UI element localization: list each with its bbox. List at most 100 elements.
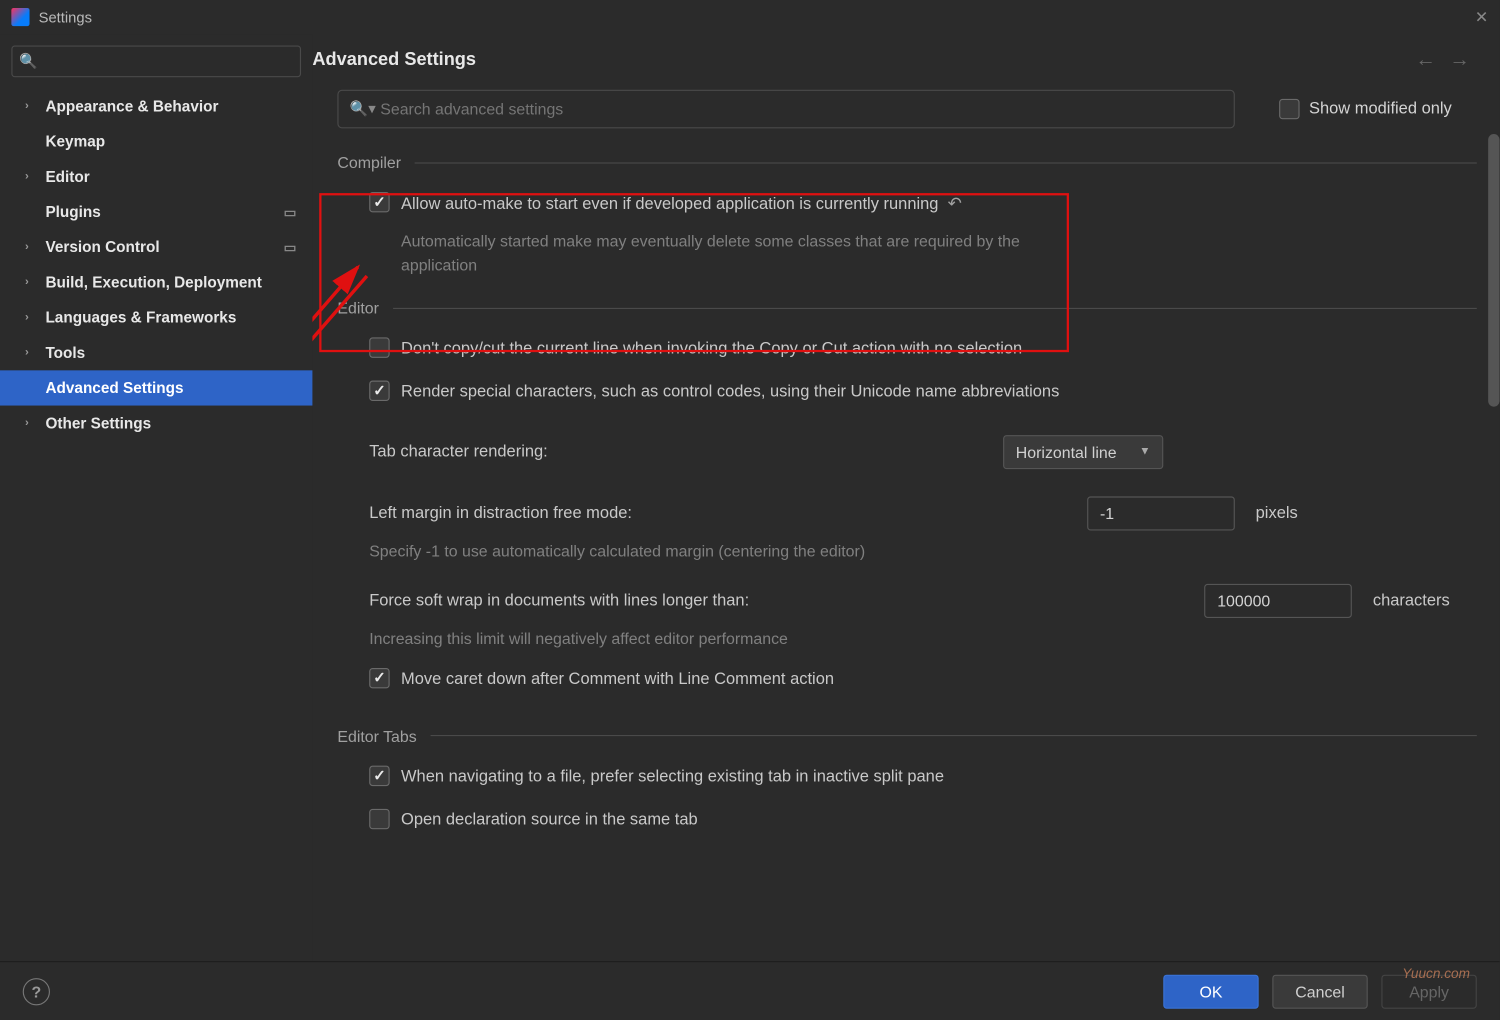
- left-margin-input[interactable]: -1: [1088, 496, 1236, 530]
- app-icon: [11, 8, 29, 26]
- setting-soft-wrap: Force soft wrap in documents with lines …: [369, 584, 1477, 618]
- sidebar-item-build[interactable]: › Build, Execution, Deployment: [0, 265, 312, 300]
- search-icon: 🔍▾: [350, 100, 376, 118]
- soft-wrap-unit: characters: [1373, 592, 1450, 610]
- reset-icon[interactable]: ↶: [948, 194, 962, 213]
- advanced-search-input[interactable]: [380, 100, 1222, 118]
- help-button[interactable]: ?: [23, 978, 50, 1005]
- allow-automake-checkbox[interactable]: [369, 192, 389, 212]
- nav-arrows: ← →: [1415, 48, 1476, 72]
- sidebar-item-languages[interactable]: › Languages & Frameworks: [0, 300, 312, 335]
- main-area: 🔍 › Appearance & Behavior Keymap › Editor …: [0, 34, 1500, 961]
- content-header: Advanced Settings ← →: [312, 34, 1499, 85]
- show-modified-checkbox[interactable]: [1279, 99, 1299, 119]
- chevron-right-icon: ›: [25, 241, 29, 253]
- back-icon[interactable]: ←: [1415, 48, 1435, 72]
- sidebar-item-editor[interactable]: ›Editor: [0, 159, 312, 194]
- search-icon: 🔍: [19, 52, 37, 70]
- scrollbar[interactable]: [1488, 134, 1499, 407]
- render-special-checkbox[interactable]: [369, 380, 389, 400]
- content: Advanced Settings ← → 🔍▾ Show modified o…: [312, 34, 1499, 961]
- chevron-right-icon: ›: [25, 346, 29, 358]
- forward-icon[interactable]: →: [1450, 48, 1470, 72]
- setting-prefer-existing: When navigating to a file, prefer select…: [369, 765, 1477, 790]
- open-decl-checkbox[interactable]: [369, 808, 389, 828]
- section-title-text: Compiler: [337, 153, 401, 171]
- sidebar-item-advanced-settings[interactable]: Advanced Settings: [0, 370, 312, 405]
- left-margin-desc: Specify -1 to use automatically calculat…: [369, 539, 1005, 564]
- sidebar-item-tools[interactable]: › Tools: [0, 335, 312, 370]
- section-compiler: Compiler Allow auto-make to start even i…: [337, 153, 1476, 278]
- tab-rendering-label: Tab character rendering:: [369, 443, 548, 461]
- show-modified-only[interactable]: Show modified only: [1279, 99, 1451, 119]
- settings-scroll[interactable]: Compiler Allow auto-make to start even i…: [312, 144, 1499, 961]
- advanced-search-field[interactable]: 🔍▾: [337, 90, 1234, 129]
- chevron-right-icon: ›: [25, 311, 29, 323]
- chevron-right-icon: ›: [25, 100, 29, 112]
- tab-rendering-value: Horizontal line: [1016, 443, 1117, 461]
- window-title: Settings: [39, 9, 92, 26]
- allow-automake-desc: Automatically started make may eventuall…: [401, 229, 1037, 278]
- section-editor: Editor Don't copy/cut the current line w…: [337, 299, 1476, 693]
- soft-wrap-desc: Increasing this limit will negatively af…: [369, 627, 1005, 652]
- sidebar-item-label: Build, Execution, Deployment: [45, 274, 261, 291]
- show-modified-label: Show modified only: [1309, 100, 1452, 118]
- chevron-right-icon: ›: [25, 276, 29, 288]
- ok-button[interactable]: OK: [1163, 974, 1258, 1008]
- settings-tree: › Appearance & Behavior Keymap ›Editor Pl…: [0, 89, 312, 441]
- sidebar-item-label: Keymap: [45, 133, 105, 150]
- sidebar-item-label: Plugins: [45, 203, 100, 220]
- sidebar: 🔍 › Appearance & Behavior Keymap ›Editor …: [0, 34, 312, 961]
- chevron-right-icon: ›: [25, 417, 29, 429]
- cancel-button[interactable]: Cancel: [1272, 974, 1367, 1008]
- chevron-right-icon: ›: [25, 170, 29, 182]
- section-title: Compiler: [337, 153, 1476, 171]
- close-icon[interactable]: ✕: [1475, 7, 1488, 26]
- sidebar-item-keymap[interactable]: Keymap: [0, 124, 312, 159]
- setting-render-special: Render special characters, such as contr…: [369, 380, 1477, 405]
- titlebar: Settings ✕: [0, 0, 1500, 34]
- dont-copy-label: Don't copy/cut the current line when inv…: [401, 338, 1022, 363]
- sidebar-search[interactable]: 🔍: [11, 45, 301, 77]
- divider: [393, 307, 1477, 308]
- setting-move-caret: Move caret down after Comment with Line …: [369, 668, 1477, 693]
- move-caret-checkbox[interactable]: [369, 668, 389, 688]
- soft-wrap-input[interactable]: 100000: [1205, 584, 1353, 618]
- setting-allow-automake: Allow auto-make to start even if develop…: [369, 192, 1477, 218]
- page-title: Advanced Settings: [312, 49, 476, 69]
- watermark: Yuucn.com: [1402, 966, 1470, 982]
- section-title: Editor: [337, 299, 1476, 317]
- sidebar-item-plugins[interactable]: Plugins▭: [0, 194, 312, 229]
- chevron-down-icon: ▼: [1139, 445, 1150, 457]
- sidebar-item-label: Tools: [45, 344, 85, 361]
- sidebar-item-label: Appearance & Behavior: [45, 98, 218, 115]
- allow-automake-label: Allow auto-make to start even if develop…: [401, 192, 962, 218]
- footer: ? OK Cancel Apply: [0, 961, 1500, 1020]
- sidebar-item-other-settings[interactable]: › Other Settings: [0, 406, 312, 441]
- setting-dont-copy: Don't copy/cut the current line when inv…: [369, 338, 1477, 363]
- settings-window: Settings ✕ 🔍 › Appearance & Behavior Keym…: [0, 0, 1500, 1020]
- section-title-text: Editor: [337, 299, 379, 317]
- section-title-text: Editor Tabs: [337, 727, 416, 745]
- sidebar-item-appearance[interactable]: › Appearance & Behavior: [0, 89, 312, 124]
- section-editor-tabs: Editor Tabs When navigating to a file, p…: [337, 727, 1476, 833]
- dont-copy-checkbox[interactable]: [369, 338, 389, 358]
- soft-wrap-label: Force soft wrap in documents with lines …: [369, 592, 749, 610]
- open-decl-label: Open declaration source in the same tab: [401, 808, 698, 833]
- move-caret-label: Move caret down after Comment with Line …: [401, 668, 834, 693]
- prefer-existing-checkbox[interactable]: [369, 765, 389, 785]
- setting-left-margin: Left margin in distraction free mode: -1…: [369, 496, 1477, 530]
- left-margin-label: Left margin in distraction free mode:: [369, 504, 632, 522]
- sidebar-item-label: Version Control: [45, 239, 159, 256]
- sidebar-item-label: Other Settings: [45, 415, 151, 432]
- sidebar-item-label: Languages & Frameworks: [45, 309, 236, 326]
- section-title: Editor Tabs: [337, 727, 1476, 745]
- divider: [430, 735, 1477, 736]
- gear-icon: ▭: [284, 239, 297, 255]
- setting-open-decl: Open declaration source in the same tab: [369, 808, 1477, 833]
- prefer-existing-label: When navigating to a file, prefer select…: [401, 765, 944, 790]
- tab-rendering-select[interactable]: Horizontal line ▼: [1003, 435, 1163, 469]
- sidebar-item-vcs[interactable]: › Version Control ▭: [0, 229, 312, 264]
- render-special-label: Render special characters, such as contr…: [401, 380, 1059, 405]
- divider: [415, 162, 1477, 163]
